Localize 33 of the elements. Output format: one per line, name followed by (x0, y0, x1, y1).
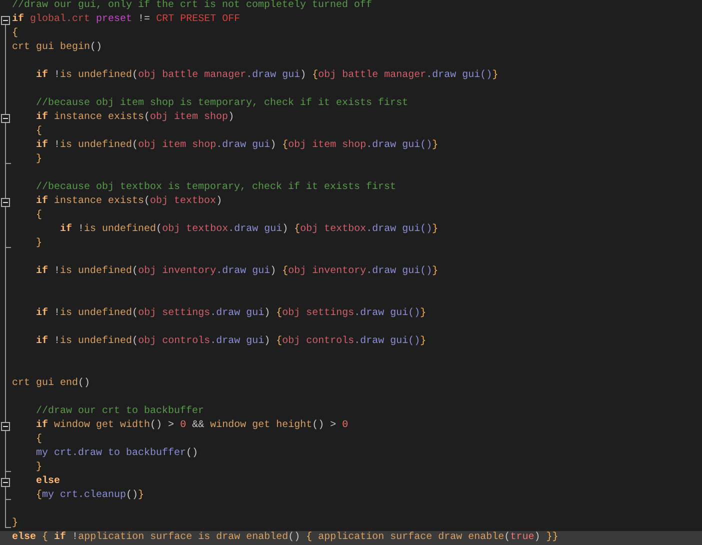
code-line: { (35, 125, 42, 139)
code-line: { (35, 209, 42, 223)
code-line: { (12, 27, 18, 41)
collapse-icon[interactable] (1, 478, 10, 487)
code-line: crt gui end() (12, 377, 90, 391)
code-line: { (35, 433, 42, 447)
collapse-icon[interactable] (1, 16, 10, 25)
collapse-icon[interactable] (1, 198, 10, 207)
code-line: } (35, 237, 42, 251)
code-line: else (35, 475, 60, 489)
code-line: } (35, 153, 42, 167)
code-line: else { if !application surface is draw enabled() { application surface draw enable(true) }} (12, 531, 558, 545)
code-line: if instance exists(obj textbox) (35, 195, 222, 209)
code-line: crt gui begin() (12, 41, 102, 55)
code-line: if !is undefined(obj item shop.draw gui) {obj item shop.draw gui()} (35, 139, 438, 153)
code-line: //because obj item shop is temporary, check if it exists first (35, 97, 408, 111)
code-line: //because obj textbox is temporary, check if it exists first (35, 181, 396, 195)
collapse-icon[interactable] (1, 114, 10, 123)
code-line: if instance exists(obj item shop) (35, 111, 234, 125)
code-line: if !is undefined(obj controls.draw gui) {obj controls.draw gui()} (35, 335, 426, 349)
code-line: if global.crt preset != CRT PRESET OFF (12, 13, 240, 27)
code-line: if !is undefined(obj inventory.draw gui) {obj inventory.draw gui()} (35, 265, 438, 279)
code-line: my crt.draw to backbuffer() (35, 447, 198, 461)
code-line: {my crt.cleanup()} (35, 489, 144, 503)
code-line: //draw our gui, only if the crt is not completely turned off (12, 0, 372, 13)
code-line: if window get width() > 0 && window get height() > 0 (35, 419, 348, 433)
code-line: if !is undefined(obj textbox.draw gui) {obj textbox.draw gui()} (59, 223, 438, 237)
code-line: //draw our crt to backbuffer (35, 405, 204, 419)
code-line: if !is undefined(obj battle manager.draw gui) {obj battle manager.draw gui()} (35, 69, 498, 83)
collapse-icon[interactable] (1, 422, 10, 431)
code-line: } (12, 517, 18, 531)
code-line: if !is undefined(obj settings.draw gui) {obj settings.draw gui()} (35, 307, 426, 321)
code-line: } (35, 461, 42, 475)
